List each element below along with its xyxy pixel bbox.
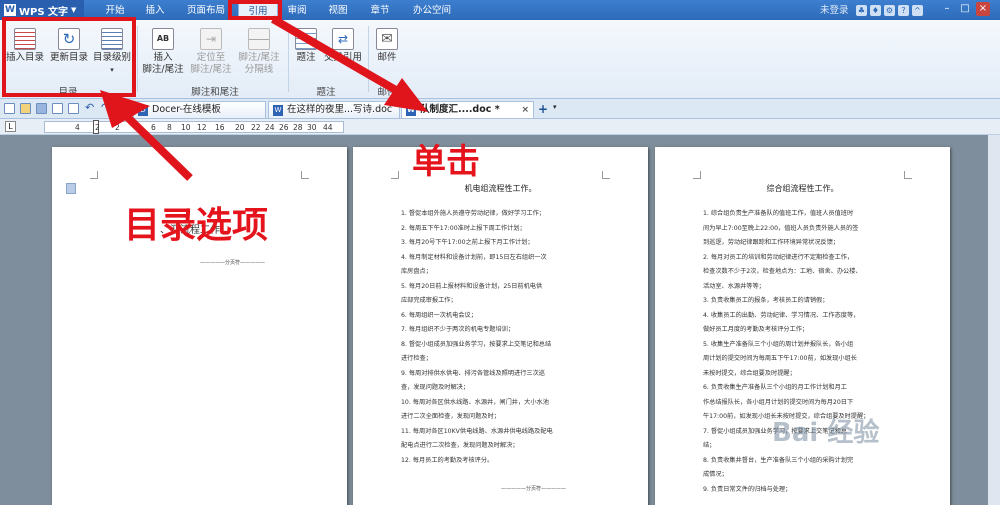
annotation-click: 单击	[412, 142, 480, 182]
annotation-toc-options: 目录选项	[124, 205, 269, 246]
arrow-to-references-tab	[270, 15, 428, 112]
wps-writer-window: W WPS 文字 ▼ 开始 插入 页面布局 引用 审阅 视图 章节 办公空间 未…	[0, 0, 1000, 505]
arrow-to-toc-group	[100, 90, 193, 181]
baidu-jingyan-watermark: Bai 经验	[772, 418, 880, 448]
